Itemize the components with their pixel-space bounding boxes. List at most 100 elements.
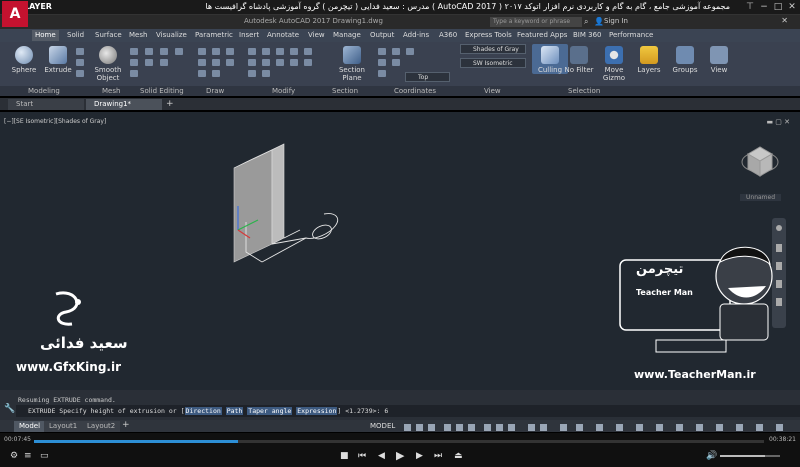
option-direction[interactable]: Direction xyxy=(184,407,222,415)
panel-section[interactable]: Section xyxy=(332,86,358,96)
layers-button[interactable]: Layers xyxy=(632,46,666,74)
close-window-icon[interactable]: ✕ xyxy=(781,16,788,25)
next-icon[interactable]: ⏭ xyxy=(434,451,442,461)
scale-icon[interactable] xyxy=(262,59,270,66)
tab-express-tools[interactable]: Express Tools xyxy=(462,30,515,41)
panel-draw[interactable]: Draw xyxy=(206,86,224,96)
tab-start[interactable]: Start xyxy=(8,99,84,110)
mesh-refine-icon[interactable] xyxy=(130,59,138,66)
tab-layout1[interactable]: Layout1 xyxy=(44,421,83,432)
panel-view[interactable]: View xyxy=(484,86,501,96)
culling-button[interactable]: Culling xyxy=(532,44,568,74)
panel-coordinates[interactable]: Coordinates xyxy=(394,86,436,96)
panel-modify[interactable]: Modify xyxy=(272,86,295,96)
tab-home[interactable]: Home xyxy=(32,30,59,41)
circle-icon[interactable] xyxy=(226,48,234,55)
array-icon[interactable] xyxy=(276,59,284,66)
tab-add-ins[interactable]: Add-ins xyxy=(400,30,432,41)
pin-icon[interactable]: ⊤ xyxy=(744,2,756,13)
tab-layout2[interactable]: Layout2 xyxy=(82,421,121,432)
solid-edit-icon[interactable] xyxy=(145,48,153,55)
minimize-icon[interactable]: − xyxy=(758,2,770,13)
erase-icon[interactable] xyxy=(304,59,312,66)
panel-selection[interactable]: Selection xyxy=(568,86,600,96)
ucs-z-icon[interactable] xyxy=(378,70,386,77)
separate-icon[interactable] xyxy=(160,48,168,55)
tab-insert[interactable]: Insert xyxy=(236,30,262,41)
previous-icon[interactable]: ⏮ xyxy=(358,451,366,461)
mesh-crease-icon[interactable] xyxy=(130,70,138,77)
mirror-icon[interactable] xyxy=(290,48,298,55)
panel-modeling[interactable]: Modeling xyxy=(28,86,60,96)
polyline-icon[interactable] xyxy=(212,48,220,55)
mesh-edit-icon[interactable] xyxy=(130,48,138,55)
tab-performance[interactable]: Performance xyxy=(606,30,656,41)
maximize-icon[interactable]: □ xyxy=(772,2,784,13)
union-icon[interactable] xyxy=(76,70,84,77)
copy-icon[interactable] xyxy=(248,59,256,66)
polygon-icon[interactable] xyxy=(226,59,234,66)
command-input[interactable]: ] <1.2739>: 6 xyxy=(337,407,388,415)
model-space-button[interactable]: MODEL xyxy=(370,422,395,430)
play-icon[interactable]: ▶ xyxy=(396,449,404,462)
settings-icon[interactable]: ⚙ xyxy=(10,451,18,461)
ellipse-icon[interactable] xyxy=(212,70,220,77)
ucs-dropdown[interactable]: Top xyxy=(405,72,450,82)
tab-surface[interactable]: Surface xyxy=(92,30,125,41)
app-menu-button[interactable]: A xyxy=(2,1,28,27)
tab-visualize[interactable]: Visualize xyxy=(153,30,190,41)
tab-manage[interactable]: Manage xyxy=(330,30,364,41)
stretch-icon[interactable] xyxy=(248,70,256,77)
option-expression[interactable]: Expression xyxy=(296,407,338,415)
new-tab-icon[interactable]: + xyxy=(166,99,174,109)
wrench-icon[interactable]: 🔧 xyxy=(4,404,15,414)
move-icon[interactable] xyxy=(248,48,256,55)
no-filter-button[interactable]: No Filter xyxy=(564,46,594,74)
sign-in-button[interactable]: Sign In xyxy=(604,17,628,25)
stop-icon[interactable]: ■ xyxy=(340,451,349,461)
visual-style-dropdown[interactable]: Shades of Gray xyxy=(460,44,526,54)
add-layout-icon[interactable]: + xyxy=(122,420,130,430)
search-input[interactable]: Type a keyword or phrase xyxy=(490,17,582,27)
groups-button[interactable]: Groups xyxy=(668,46,702,74)
tab-model[interactable]: Model xyxy=(14,421,46,432)
imprint-icon[interactable] xyxy=(175,48,183,55)
view-preset-dropdown[interactable]: SW Isometric xyxy=(460,58,526,68)
panel-mesh[interactable]: Mesh xyxy=(102,86,120,96)
status-toggles[interactable] xyxy=(400,423,800,432)
option-taper-angle[interactable]: Taper angle xyxy=(247,407,293,415)
extrude-button[interactable]: Extrude xyxy=(40,46,76,74)
tab-mesh[interactable]: Mesh xyxy=(126,30,150,41)
shell-icon[interactable] xyxy=(160,59,168,66)
move-gizmo-button[interactable]: Move Gizmo xyxy=(598,46,630,82)
ucs-origin-icon[interactable] xyxy=(406,48,414,55)
view-button[interactable]: View xyxy=(702,46,736,74)
slice-icon[interactable] xyxy=(145,59,153,66)
hatch-icon[interactable] xyxy=(198,70,206,77)
tab-solid[interactable]: Solid xyxy=(64,30,87,41)
line-icon[interactable] xyxy=(198,48,206,55)
tab-annotate[interactable]: Annotate xyxy=(264,30,302,41)
panel-solid-editing[interactable]: Solid Editing xyxy=(140,86,184,96)
cylinder-icon[interactable] xyxy=(76,59,84,66)
tab-drawing1[interactable]: Drawing1* xyxy=(86,99,162,110)
rotate-icon[interactable] xyxy=(262,48,270,55)
tab-output[interactable]: Output xyxy=(367,30,397,41)
rewind-icon[interactable]: ◀ xyxy=(378,451,385,461)
tab-view[interactable]: View xyxy=(305,30,328,41)
command-line[interactable]: EXTRUDE Specify height of extrusion or [… xyxy=(16,405,800,417)
tab-a360[interactable]: A360 xyxy=(436,30,460,41)
screen-icon[interactable]: ▭ xyxy=(40,451,49,461)
fillet-icon[interactable] xyxy=(304,48,312,55)
tab-bim-360[interactable]: BIM 360 xyxy=(570,30,605,41)
option-path[interactable]: Path xyxy=(225,407,244,415)
explode-icon[interactable] xyxy=(262,70,270,77)
smooth-object-button[interactable]: Smooth Object xyxy=(90,46,126,82)
arc-icon[interactable] xyxy=(198,59,206,66)
ucs-icon[interactable] xyxy=(378,48,386,55)
viewcube-ucs-label[interactable]: Unnamed xyxy=(740,194,782,201)
sphere-button[interactable]: Sphere xyxy=(6,46,42,74)
close-icon[interactable]: ✕ xyxy=(786,2,798,13)
eject-icon[interactable]: ⏏ xyxy=(454,451,463,461)
rectangle-icon[interactable] xyxy=(212,59,220,66)
